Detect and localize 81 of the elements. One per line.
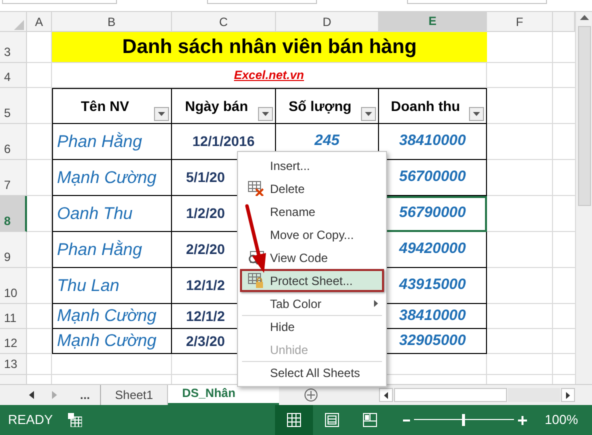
name-cell-text: Mạnh Cường — [56, 330, 156, 352]
row-header[interactable]: 3 — [0, 32, 27, 63]
date-cell-text: 12/1/2016 — [192, 132, 255, 151]
menu-item[interactable]: Move or Copy... — [242, 223, 382, 246]
sheet-tab[interactable]: DS_Nhân — [168, 385, 280, 405]
scroll-left-icon[interactable] — [384, 392, 388, 398]
row-header[interactable]: 8 — [0, 196, 27, 232]
date-cell-text: 12/1/2 — [186, 276, 225, 295]
date-cell-text: 2/2/20 — [186, 240, 225, 259]
column-heading: Tên NV — [80, 96, 130, 116]
revenue-cell-text: 38410000 — [399, 131, 466, 152]
dropdown-arrow-icon — [473, 112, 480, 116]
menu-item[interactable]: Hide — [242, 315, 382, 338]
dropdown-arrow-icon — [262, 112, 269, 116]
scroll-right-icon[interactable] — [566, 392, 570, 398]
horizontal-scrollbar[interactable] — [379, 385, 575, 405]
revenue-cell-text: 49420000 — [399, 239, 466, 260]
delete-sheet-icon — [248, 181, 264, 196]
page-break-icon — [362, 413, 377, 427]
column-heading: Doanh thu — [390, 96, 460, 116]
column-header[interactable]: F — [487, 12, 553, 32]
name-cell-text: Phan Hằng — [56, 130, 142, 153]
date-cell-text: 2/3/20 — [186, 332, 225, 350]
column-heading: Số lượng — [288, 96, 352, 116]
name-cell-text: Phan Hằng — [56, 238, 142, 261]
previous-sheet-icon[interactable] — [29, 391, 34, 399]
zoom-out-icon[interactable] — [402, 418, 410, 422]
menu-item[interactable]: Select All Sheets — [242, 361, 382, 384]
column-heading: Ngày bán — [184, 96, 248, 116]
normal-view-button[interactable] — [274, 405, 313, 435]
zoom-level[interactable]: 100% — [544, 410, 578, 430]
date-cell-text: 1/2/20 — [186, 204, 225, 223]
row-header[interactable]: 13 — [0, 354, 27, 375]
dropdown-arrow-icon — [365, 112, 372, 116]
column-header[interactable]: E — [379, 12, 487, 32]
zoom-in-icon[interactable] — [518, 416, 527, 424]
website-link[interactable]: Excel.net.vn — [234, 66, 304, 84]
date-cell-text: 5/1/20 — [186, 168, 225, 187]
sheet-title: Danh sách nhân viên bán hàng — [122, 35, 417, 60]
dropdown-arrow-icon — [158, 112, 165, 116]
zoom-slider-thumb[interactable] — [462, 414, 466, 426]
revenue-cell-text: 32905000 — [399, 330, 466, 351]
protect-sheet-icon — [248, 273, 264, 288]
scroll-up-icon[interactable] — [580, 14, 588, 20]
grid-icon — [286, 413, 301, 427]
vertical-scrollbar[interactable] — [575, 12, 592, 384]
name-cell-text: Mạnh Cường — [56, 305, 156, 328]
status-mode: READY — [8, 411, 54, 430]
row-header[interactable]: 10 — [0, 268, 27, 304]
revenue-cell-text: 56790000 — [399, 203, 466, 224]
date-cell-text: 12/1/2 — [186, 306, 225, 326]
row-header[interactable]: 6 — [0, 124, 27, 160]
revenue-cell-text: 38410000 — [399, 306, 466, 326]
zoom-slider[interactable] — [414, 414, 514, 426]
name-cell-text: Oanh Thu — [56, 202, 133, 225]
filter-button[interactable] — [258, 107, 273, 121]
menu-item[interactable]: Protect Sheet... — [240, 269, 384, 292]
revenue-cell-text: 56700000 — [399, 167, 466, 188]
name-cell-text: Mạnh Cường — [56, 166, 156, 189]
column-header[interactable]: A — [27, 12, 52, 32]
filter-button[interactable] — [154, 107, 169, 121]
row-header[interactable]: 11 — [0, 304, 27, 329]
quantity-cell-text: 245 — [314, 131, 340, 152]
macro-record-icon[interactable] — [68, 413, 82, 427]
filter-button[interactable] — [361, 107, 376, 121]
menu-item[interactable]: Tab Color — [242, 292, 382, 315]
name-cell-text: Thu Lan — [56, 274, 120, 297]
add-sheet-icon[interactable] — [304, 388, 318, 402]
row-header[interactable]: 4 — [0, 63, 27, 88]
menu-item[interactable]: Insert... — [242, 154, 382, 177]
row-header[interactable]: 5 — [0, 88, 27, 124]
row-header[interactable]: 12 — [0, 329, 27, 354]
row-header[interactable]: 9 — [0, 232, 27, 268]
submenu-arrow-icon — [374, 300, 378, 307]
menu-item[interactable]: Delete — [242, 177, 382, 200]
filter-button[interactable] — [469, 107, 484, 121]
menu-item[interactable]: Rename — [242, 200, 382, 223]
pointer-arrow — [244, 204, 268, 274]
revenue-cell-text: 43915000 — [399, 275, 466, 296]
page-layout-icon — [324, 413, 339, 427]
row-header[interactable]: 7 — [0, 160, 27, 196]
